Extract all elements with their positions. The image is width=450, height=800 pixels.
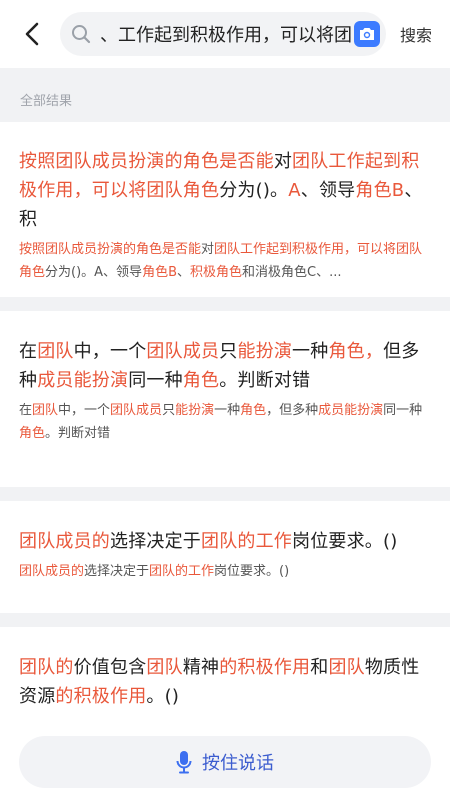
highlighted-text: 成员能扮演 [37,370,129,391]
result-title: 团队的价值包含团队精神的积极作用和团队物质性资源的积极作用。() [19,653,431,711]
result-title: 按照团队成员扮演的角色是否能对团队工作起到积极作用，可以将团队角色分为()。A、… [19,147,431,234]
highlighted-text: 团队的工作 [149,564,215,579]
result-snippet: 按照团队成员扮演的角色是否能对团队工作起到积极作用，可以将团队角色分为()。A、… [19,238,431,284]
camera-icon [360,28,374,40]
text-segment: 只 [219,341,238,362]
text-segment: 精神 [182,657,220,678]
text-segment: 对 [201,242,215,257]
highlighted-text: 角色B [355,180,405,201]
camera-button[interactable] [354,21,380,47]
result-title: 在团队中，一个团队成员只能扮演一种角色，但多种成员能扮演同一种角色。判断对错 [19,337,431,395]
text-segment: 和 [310,657,329,678]
highlighted-text: 的积极作用 [55,686,147,707]
highlighted-text: 团队 [32,403,59,418]
text-segment: 。判断对错 [45,426,111,441]
text-segment: 岗位要求。() [292,531,398,552]
voice-button-label: 按住说话 [202,753,274,774]
text-segment: 。() [146,686,180,707]
result-snippet: 在团队中，一个团队成员只能扮演一种角色，但多种成员能扮演同一种角色。判断对错 [19,399,431,445]
highlighted-text: 按照团队成员扮演的角色是否能 [19,151,274,172]
text-segment: 只 [162,403,176,418]
highlighted-text: 团队成员 [110,403,163,418]
result-card[interactable]: 团队的价值包含团队精神的积极作用和团队物质性资源的积极作用。() [0,627,450,724]
result-card[interactable]: 在团队中，一个团队成员只能扮演一种角色，但多种成员能扮演同一种角色。判断对错 在… [0,311,450,487]
bottom-bar: 按住说话 [0,724,450,800]
search-icon [72,25,91,44]
highlighted-text: 角色， [328,341,384,362]
highlighted-text: 团队 [328,657,365,678]
highlighted-text: 团队 [37,341,74,362]
result-card[interactable]: 团队成员的选择决定于团队的工作岗位要求。() 团队成员的选择决定于团队的工作岗位… [0,501,450,613]
text-segment: 中，一个 [58,403,111,418]
text-segment: 价值包含 [73,657,147,678]
result-title: 团队成员的选择决定于团队的工作岗位要求。() [19,527,431,556]
text-segment: 在 [19,403,33,418]
text-segment: 中，一个 [73,341,147,362]
text-segment: 同一种 [128,370,183,391]
voice-input-button[interactable]: 按住说话 [19,736,431,788]
text-segment: 一种 [292,341,329,362]
highlighted-text: 角色 [19,426,46,441]
highlighted-text: 角色 [240,403,267,418]
text-segment: 、领导 [300,180,356,201]
text-segment: 岗位要求。() [214,564,290,579]
back-button[interactable] [14,16,50,52]
search-box[interactable]: 、工作起到积极作用，可以将团 [60,12,386,56]
text-segment: ，但多种 [266,403,319,418]
result-card[interactable]: 按照团队成员扮演的角色是否能对团队工作起到积极作用，可以将团队角色分为()。A、… [0,122,450,297]
highlighted-text: 团队成员的 [19,531,110,552]
section-label-all-results: 全部结果 [20,94,73,109]
result-snippet: 团队成员的选择决定于团队的工作岗位要求。() [19,560,431,583]
highlighted-text: 团队成员 [146,341,220,362]
microphone-icon [176,751,192,774]
text-segment: 分为()。A、领导 [45,265,143,280]
text-segment: 在 [19,341,38,362]
highlighted-text: 团队的工作 [201,531,292,552]
text-segment: 。判断对错 [219,370,311,391]
top-bar: 、工作起到积极作用，可以将团 搜索 [0,0,450,68]
back-arrow-icon [25,22,39,46]
search-button[interactable]: 搜索 [400,22,432,46]
highlighted-text: 能扮演 [237,341,293,362]
search-input[interactable]: 、工作起到积极作用，可以将团 [100,21,354,47]
text-segment: 对 [273,151,293,172]
text-segment: 一种 [214,403,241,418]
text-segment: 、 [176,265,190,280]
text-segment: 选择决定于 [110,531,201,552]
highlighted-text: 团队的 [19,657,74,678]
text-segment: 同一种 [383,403,423,418]
highlighted-text: 团队成员的 [19,564,85,579]
highlighted-text: 能扮演 [175,403,215,418]
highlighted-text: 成员能扮演 [318,403,384,418]
highlighted-text: 的积极作用 [219,657,311,678]
highlighted-text: 按照团队成员扮演的角色是否能 [19,242,202,257]
highlighted-text: 团队 [146,657,183,678]
highlighted-text: A [288,180,301,201]
search-query-text: 、工作起到积极作用，可以将团 [100,25,352,46]
text-segment: 和消极角色C、... [242,265,342,280]
highlighted-text: 角色B [142,265,177,280]
text-segment: 选择决定于 [84,564,150,579]
text-segment: 分为()。 [219,180,289,201]
highlighted-text: 积极角色 [190,265,243,280]
highlighted-text: 角色 [182,370,220,391]
